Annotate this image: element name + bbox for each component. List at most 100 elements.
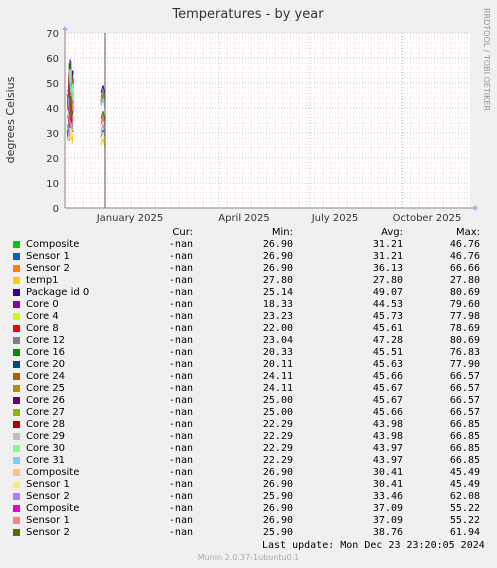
col-cur: Cur: (172, 227, 193, 238)
legend-max-value: 66.57 (449, 383, 480, 394)
legend-cur-value: -nan (168, 311, 193, 322)
legend-cur-value: -nan (168, 275, 193, 286)
legend-avg-value: 33.46 (372, 491, 403, 502)
legend-avg-value: 43.98 (372, 431, 403, 442)
legend-min-value: 22.00 (262, 323, 293, 334)
rrdtool-credit: RRDTOOL / TOBI OETIKER (482, 8, 491, 111)
legend-series-name: Sensor 1 (26, 251, 70, 262)
legend-cur-value: -nan (168, 455, 193, 466)
legend-series-name: Core 26 (26, 395, 66, 406)
legend-cur-value: -nan (168, 503, 193, 514)
legend-cur-value: -nan (168, 287, 193, 298)
legend-avg-value: 45.63 (372, 359, 403, 370)
legend-min-value: 22.29 (262, 419, 293, 430)
y-axis-label: degrees Celsius (4, 76, 17, 163)
legend-max-value: 66.85 (449, 455, 480, 466)
x-axis-arrow (474, 205, 478, 211)
legend-cur-value: -nan (168, 383, 193, 394)
legend-min-value: 24.11 (262, 383, 293, 394)
legend-avg-value: 45.66 (372, 407, 403, 418)
legend-min-value: 26.90 (262, 251, 293, 262)
col-min: Min: (271, 227, 293, 238)
legend-series-name: Composite (26, 467, 80, 478)
legend-row: Composite -nan 26.90 37.09 55.22 (12, 503, 482, 515)
legend-max-value: 77.98 (449, 311, 480, 322)
x-tick-label: April 2025 (218, 213, 269, 224)
legend-series-name: Composite (26, 503, 80, 514)
legend-min-value: 26.90 (262, 515, 293, 526)
legend-row: Core 30 -nan 22.29 43.97 66.85 (12, 443, 482, 455)
munin-version: Munin 2.0.37-1ubuntu0.1 (197, 553, 300, 562)
y-tick-label: 10 (46, 179, 59, 190)
legend-series-name: Core 4 (26, 311, 59, 322)
legend-min-value: 26.90 (262, 467, 293, 478)
legend-series-name: Sensor 2 (26, 527, 70, 538)
legend-avg-value: 37.09 (372, 503, 403, 514)
y-axis-arrow (62, 26, 68, 30)
legend-max-value: 46.76 (449, 239, 480, 250)
legend-min-value: 25.00 (262, 395, 293, 406)
legend-swatch (13, 289, 20, 296)
legend-cur-value: -nan (168, 431, 193, 442)
legend-max-value: 46.76 (449, 251, 480, 262)
legend-max-value: 66.57 (449, 371, 480, 382)
legend-avg-value: 45.67 (372, 383, 403, 394)
legend-row: temp1 -nan 27.80 27.80 27.80 (12, 275, 482, 287)
legend-series-name: Core 12 (26, 335, 66, 346)
legend-min-value: 25.90 (262, 491, 293, 502)
legend-min-value: 20.11 (262, 359, 293, 370)
legend-avg-value: 43.97 (372, 455, 403, 466)
legend-series-name: Sensor 1 (26, 515, 70, 526)
y-tick-label: 60 (46, 54, 59, 65)
legend-series-name: Core 29 (26, 431, 66, 442)
legend-swatch (13, 505, 20, 512)
legend-cur-value: -nan (168, 515, 193, 526)
legend-cur-value: -nan (168, 359, 193, 370)
y-tick-label: 0 (53, 204, 59, 215)
legend-row: Core 8 -nan 22.00 45.61 78.69 (12, 323, 482, 335)
legend-row: Composite -nan 26.90 31.21 46.76 (12, 239, 482, 251)
legend-avg-value: 36.13 (372, 263, 403, 274)
legend-min-value: 25.14 (262, 287, 293, 298)
legend-max-value: 78.69 (449, 323, 480, 334)
x-tick-label: October 2025 (393, 213, 462, 224)
legend-row: Core 26 -nan 25.00 45.67 66.57 (12, 395, 482, 407)
legend-cur-value: -nan (168, 467, 193, 478)
legend-avg-value: 30.41 (372, 467, 403, 478)
y-tick-label: 70 (46, 29, 59, 40)
legend-swatch (13, 265, 20, 272)
legend-row: Core 24 -nan 24.11 45.66 66.57 (12, 371, 482, 383)
y-tick-label: 20 (46, 154, 59, 165)
last-update: Last update: Mon Dec 23 23:20:05 2024 (262, 540, 485, 551)
legend-cur-value: -nan (168, 263, 193, 274)
legend-max-value: 77.90 (449, 359, 480, 370)
legend-series-name: Core 16 (26, 347, 66, 358)
legend-max-value: 45.49 (449, 467, 480, 478)
legend-avg-value: 47.28 (372, 335, 403, 346)
legend-swatch (13, 469, 20, 476)
legend-min-value: 18.33 (262, 299, 293, 310)
legend-series-name: Core 27 (26, 407, 66, 418)
x-ticks: January 2025 April 2025 July 2025 October 2… (96, 213, 462, 224)
legend-swatch (13, 409, 20, 416)
legend-row: Sensor 2 -nan 25.90 38.76 61.94 (12, 527, 482, 539)
legend-swatch (13, 445, 20, 452)
legend-series-name: Composite (26, 239, 80, 250)
legend-row: Core 0 -nan 18.33 44.53 79.60 (12, 299, 482, 311)
legend-swatch (13, 337, 20, 344)
legend-max-value: 55.22 (449, 515, 480, 526)
legend-header: Cur: Min: Avg: Max: (12, 227, 482, 239)
legend-series-name: temp1 (26, 275, 59, 286)
legend-min-value: 22.29 (262, 431, 293, 442)
legend-cur-value: -nan (168, 479, 193, 490)
legend-avg-value: 45.67 (372, 395, 403, 406)
legend-avg-value: 31.21 (372, 251, 403, 262)
legend-swatch (13, 421, 20, 428)
legend-row: Core 27 -nan 25.00 45.66 66.57 (12, 407, 482, 419)
legend-swatch (13, 277, 20, 284)
legend-avg-value: 45.51 (372, 347, 403, 358)
legend-swatch (13, 325, 20, 332)
legend-row: Core 28 -nan 22.29 43.98 66.85 (12, 419, 482, 431)
legend-row: Core 4 -nan 23.23 45.73 77.98 (12, 311, 482, 323)
legend-swatch (13, 433, 20, 440)
